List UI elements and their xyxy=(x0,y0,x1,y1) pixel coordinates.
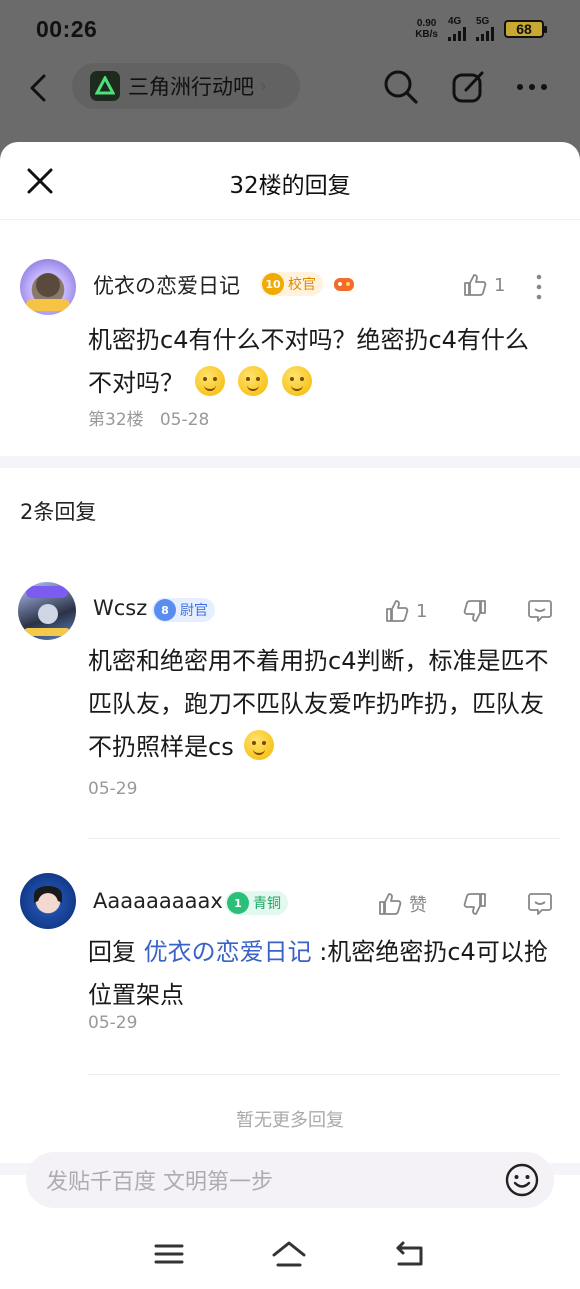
like-button[interactable]: 1 xyxy=(384,598,427,624)
username[interactable]: Aaaaaaaaax xyxy=(93,889,223,913)
divider xyxy=(88,1074,560,1075)
reply-item: Aaaaaaaaax 1 青铜 赞 回复 优衣の恋爱日记 :机密绝密扔c4可以抢… xyxy=(0,839,580,1075)
signal-5g-icon: 5G xyxy=(476,16,494,41)
thumbs-down-icon[interactable] xyxy=(462,598,488,624)
thumbs-up-icon xyxy=(464,274,487,296)
forum-pill[interactable]: 三角洲行动吧 › xyxy=(72,63,300,109)
status-bar: 00:26 0.90 KB/s 4G 5G 68 xyxy=(0,0,580,62)
emoji-icon xyxy=(238,366,269,396)
username[interactable]: 优衣の恋爱日记 xyxy=(93,270,240,300)
level-badge: 1 青铜 xyxy=(225,891,288,915)
comment-icon[interactable] xyxy=(527,598,553,624)
thumbs-down-icon[interactable] xyxy=(462,891,488,917)
post-meta: 第32楼 05-28 xyxy=(88,410,210,430)
emoji-icon xyxy=(194,366,225,396)
reply-sheet: 32楼的回复 优衣の恋爱日记 10 校官 1 机密扔c4有什么不对吗？绝密扔c4… xyxy=(0,142,580,1289)
username[interactable]: Wcsz xyxy=(93,596,147,620)
like-button[interactable]: 赞 xyxy=(377,891,427,917)
net-speed: 0.90 KB/s xyxy=(415,17,438,40)
back-nav-icon[interactable] xyxy=(394,1240,426,1268)
thumbs-up-icon xyxy=(379,893,402,915)
reply-target-link[interactable]: 优衣の恋爱日记 xyxy=(144,938,312,966)
sheet-header: 32楼的回复 xyxy=(0,142,580,220)
avatar[interactable] xyxy=(20,873,76,929)
status-indicators: 0.90 KB/s 4G 5G 68 xyxy=(415,16,547,41)
level-badge: 8 尉官 xyxy=(152,598,215,622)
comment-icon[interactable] xyxy=(527,891,553,917)
reply-text: 机密和绝密用不着用扔c4判断，标准是匹不匹队友，跑刀不匹队友爱咋扔咋扔，匹队友不… xyxy=(88,647,549,761)
divider xyxy=(0,456,580,468)
sheet-title: 32楼的回复 xyxy=(229,173,351,199)
reply-count: 2条回复 xyxy=(20,500,97,524)
main-post: 优衣の恋爱日记 10 校官 1 机密扔c4有什么不对吗？绝密扔c4有什么不对吗？… xyxy=(0,220,580,456)
edit-icon[interactable] xyxy=(450,69,486,105)
avatar[interactable] xyxy=(18,582,76,640)
battery-icon: 68 xyxy=(504,19,547,38)
forum-logo-icon xyxy=(90,71,120,101)
emoji-icon xyxy=(244,730,275,760)
system-nav-bar xyxy=(0,1219,580,1289)
back-arrow-icon[interactable] xyxy=(24,70,54,106)
reply-item: Wcsz 8 尉官 1 机密和绝密用不着用扔c4判断，标准是匹不匹队友，跑刀不匹… xyxy=(0,554,580,839)
avatar[interactable] xyxy=(20,259,76,315)
menu-icon[interactable] xyxy=(154,1242,184,1266)
home-icon[interactable] xyxy=(271,1240,307,1268)
comment-input[interactable]: 发贴千百度 文明第一步 xyxy=(26,1152,554,1208)
emoji-icon xyxy=(281,366,312,396)
nav-icons xyxy=(382,68,548,106)
status-time: 00:26 xyxy=(36,16,98,42)
thumbs-up-icon xyxy=(386,600,409,622)
reply-date: 05-29 xyxy=(88,779,138,799)
reply-text: 回复 优衣の恋爱日记 :机密绝密扔c4可以抢位置架点 xyxy=(88,938,548,1009)
gamepad-icon xyxy=(334,278,354,291)
comment-input-area: 发贴千百度 文明第一步 xyxy=(0,1138,580,1216)
like-button[interactable]: 1 xyxy=(462,272,505,298)
post-text: 机密扔c4有什么不对吗？绝密扔c4有什么不对吗？ xyxy=(88,326,529,397)
chevron-right-icon: › xyxy=(260,75,268,97)
signal-4g-icon: 4G xyxy=(448,16,466,41)
level-badge: 10 校官 xyxy=(260,272,323,296)
emoji-picker-icon[interactable] xyxy=(504,1162,540,1198)
top-nav: 三角洲行动吧 › xyxy=(0,62,580,114)
reply-date: 05-29 xyxy=(88,1013,138,1033)
more-vertical-icon[interactable] xyxy=(534,274,544,300)
search-icon[interactable] xyxy=(382,68,420,106)
forum-name: 三角洲行动吧 xyxy=(128,75,254,99)
more-icon[interactable] xyxy=(516,82,548,92)
